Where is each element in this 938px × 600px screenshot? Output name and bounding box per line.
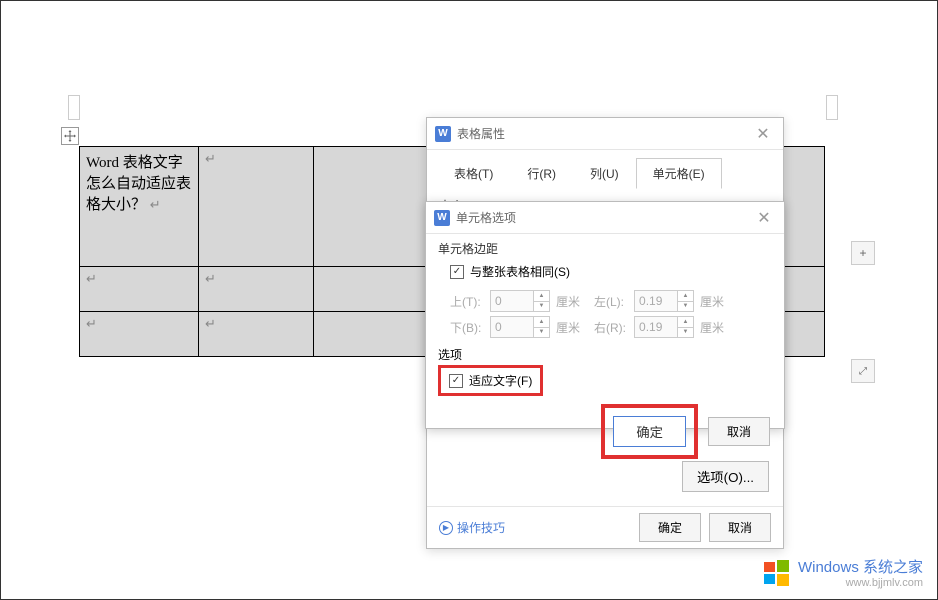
tab-table[interactable]: 表格(T) [437, 158, 510, 189]
same-as-table-label: 与整张表格相同(S) [470, 263, 570, 280]
right-margin-label: 右(R): [594, 319, 630, 336]
paragraph-mark: ↵ [150, 197, 161, 212]
table-cell[interactable]: ↵ [80, 267, 199, 312]
main-ok-button[interactable]: 确定 [639, 513, 701, 542]
left-margin-label: 左(L): [594, 293, 630, 310]
top-margin-label: 上(T): [450, 293, 486, 310]
top-margin-spinner[interactable]: ▲▼ [490, 290, 550, 312]
watermark-url: www.bjjmlv.com [798, 577, 923, 589]
watermark: Windows 系统之家 www.bjjmlv.com [762, 556, 923, 589]
highlight-ok: 确定 [601, 404, 698, 459]
left-margin-spinner[interactable]: ▲▼ [634, 290, 694, 312]
app-icon: W [434, 210, 450, 226]
sub-dialog-title-bar[interactable]: W 单元格选项 ✕ [426, 202, 784, 234]
spinner-up[interactable]: ▲ [534, 291, 549, 302]
dialog-footer: ▶ 操作技巧 确定 取消 [427, 506, 783, 548]
table-move-handle[interactable] [61, 127, 79, 145]
tips-label: 操作技巧 [457, 519, 505, 536]
windows-logo-icon [762, 558, 792, 588]
paragraph-mark: ↵ [205, 316, 216, 331]
watermark-title: Windows 系统之家 [798, 556, 923, 577]
app-icon: W [435, 126, 451, 142]
spinner-up[interactable]: ▲ [534, 317, 549, 328]
unit-label: 厘米 [700, 293, 724, 310]
spinner-down[interactable]: ▼ [534, 302, 549, 312]
tab-row[interactable]: 行(R) [510, 158, 573, 189]
table-cell[interactable]: ↵ [80, 312, 199, 357]
dialog-title: 表格属性 [457, 125, 751, 142]
highlight-fit-text: ✓ 适应文字(F) [438, 365, 543, 396]
unit-label: 厘米 [556, 293, 580, 310]
sub-ok-button[interactable]: 确定 [613, 416, 686, 447]
close-icon[interactable]: ✕ [752, 206, 776, 230]
table-cell[interactable]: ↵ [199, 312, 314, 357]
right-margin-input[interactable] [635, 317, 677, 337]
play-icon: ▶ [439, 521, 453, 535]
left-margin-input[interactable] [635, 291, 677, 311]
side-expand-button[interactable]: ⤢ [851, 359, 875, 383]
top-margin-input[interactable] [491, 291, 533, 311]
fit-text-checkbox[interactable]: ✓ [449, 374, 463, 388]
table-cell[interactable]: ↵ [199, 267, 314, 312]
sub-cancel-button[interactable]: 取消 [708, 417, 770, 446]
same-as-table-row[interactable]: ✓ 与整张表格相同(S) [450, 263, 772, 280]
unit-label: 厘米 [556, 319, 580, 336]
margins-label: 单元格边距 [438, 240, 772, 257]
bottom-margin-spinner[interactable]: ▲▼ [490, 316, 550, 338]
paragraph-mark: ↵ [205, 151, 216, 166]
options-section-label: 选项 [438, 346, 772, 363]
spinner-up[interactable]: ▲ [678, 291, 693, 302]
spinner-down[interactable]: ▼ [534, 328, 549, 338]
tab-cell[interactable]: 单元格(E) [636, 158, 722, 189]
fit-text-label: 适应文字(F) [469, 372, 532, 389]
main-cancel-button[interactable]: 取消 [709, 513, 771, 542]
close-icon[interactable]: ✕ [751, 122, 775, 146]
tabs: 表格(T) 行(R) 列(U) 单元格(E) [427, 150, 783, 189]
bottom-margin-label: 下(B): [450, 319, 486, 336]
sub-dialog-title: 单元格选项 [456, 209, 752, 226]
spinner-up[interactable]: ▲ [678, 317, 693, 328]
dialog-title-bar[interactable]: W 表格属性 ✕ [427, 118, 783, 150]
sub-footer: 确定 取消 [426, 404, 784, 459]
unit-label: 厘米 [700, 319, 724, 336]
ruler-marker-right [826, 95, 838, 120]
spinner-down[interactable]: ▼ [678, 302, 693, 312]
spinner-down[interactable]: ▼ [678, 328, 693, 338]
fit-text-row[interactable]: ✓ 适应文字(F) [449, 372, 532, 389]
table-cell[interactable]: ↵ [199, 147, 314, 267]
tab-column[interactable]: 列(U) [573, 158, 636, 189]
paragraph-mark: ↵ [205, 271, 216, 286]
same-as-table-checkbox[interactable]: ✓ [450, 265, 464, 279]
cell-options-dialog: W 单元格选项 ✕ 单元格边距 ✓ 与整张表格相同(S) 上(T): ▲▼ 厘米… [425, 201, 785, 429]
paragraph-mark: ↵ [86, 271, 97, 286]
side-add-button[interactable]: + [851, 241, 875, 265]
tips-link[interactable]: ▶ 操作技巧 [439, 519, 505, 536]
bottom-margin-input[interactable] [491, 317, 533, 337]
right-margin-spinner[interactable]: ▲▼ [634, 316, 694, 338]
table-cell[interactable]: Word 表格文字怎么自动适应表格大小？ ↵ [80, 147, 199, 267]
cell-text: Word 表格文字怎么自动适应表格大小？ [86, 155, 191, 213]
options-button[interactable]: 选项(O)... [682, 461, 769, 492]
paragraph-mark: ↵ [86, 316, 97, 331]
move-icon [64, 130, 76, 142]
ruler-marker-left [68, 95, 80, 120]
